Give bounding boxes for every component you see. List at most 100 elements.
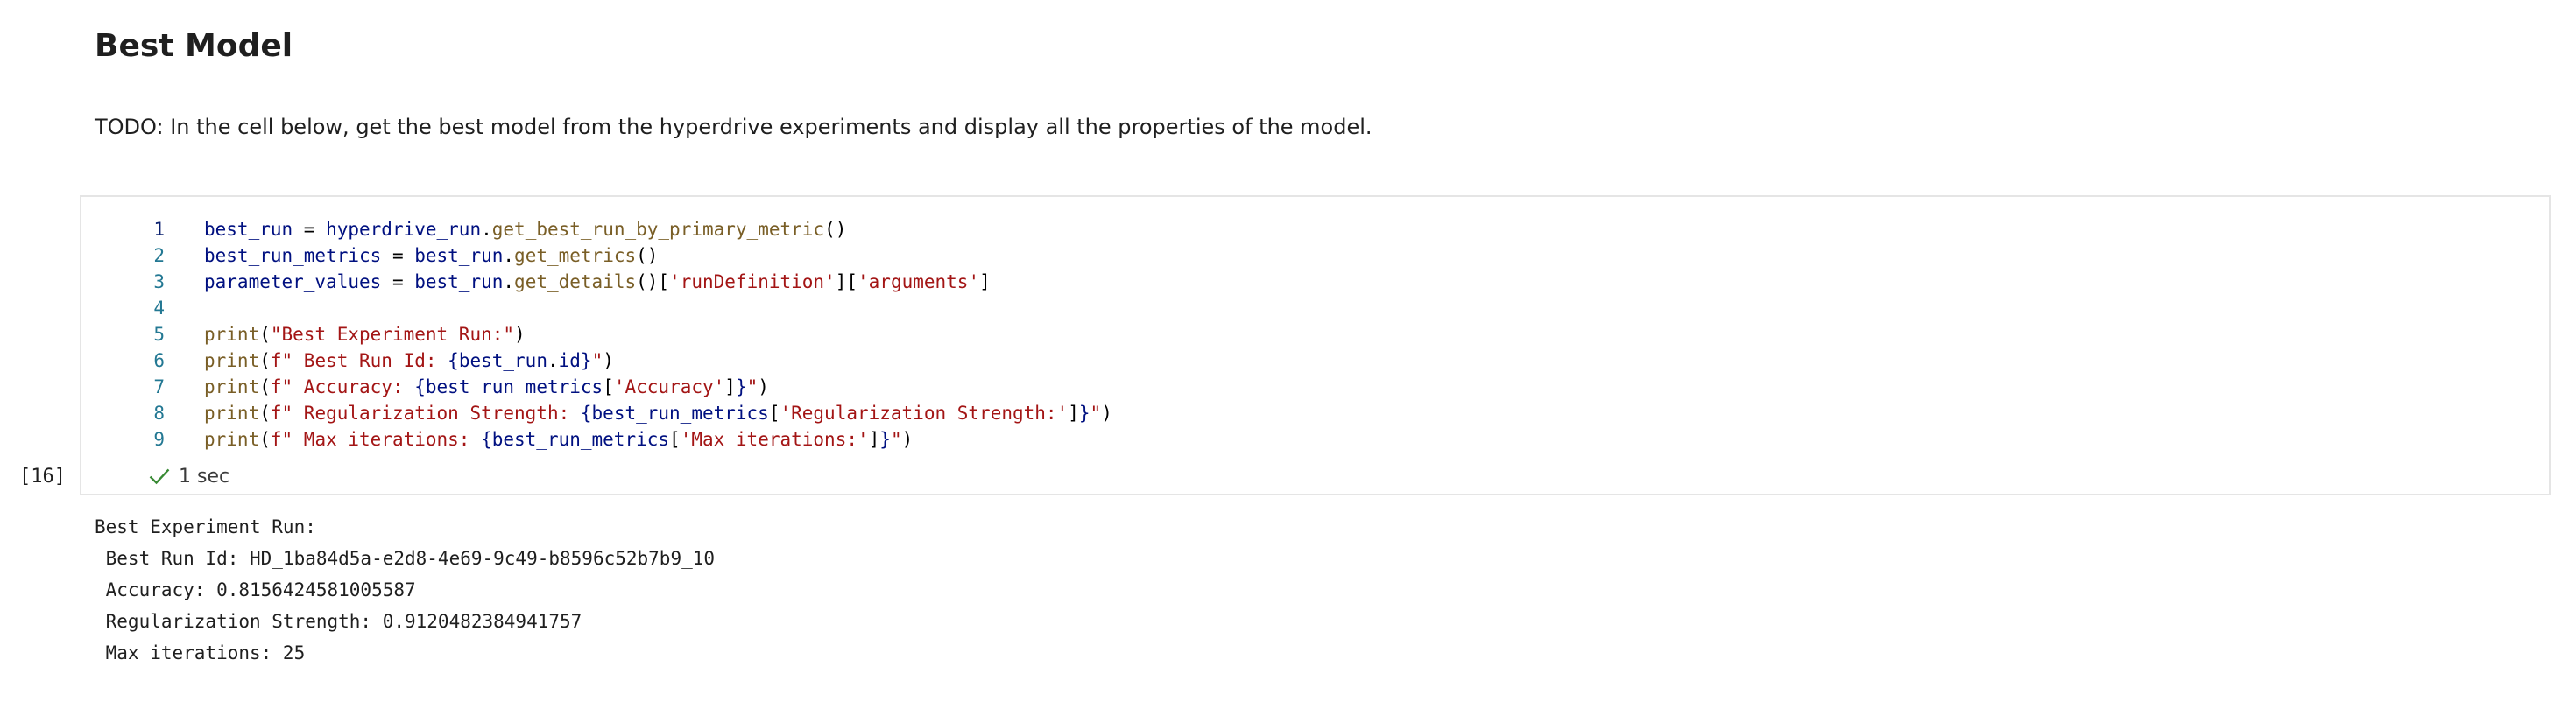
code-token: ( — [259, 350, 271, 371]
code-token: get_best_run_by_primary_metric — [491, 219, 825, 240]
code-token: parameter_values — [204, 271, 382, 292]
code-token: [ — [768, 403, 780, 424]
code-token: 'Accuracy' — [613, 376, 725, 397]
code-text: print(f" Accuracy: {best_run_metrics['Ac… — [204, 374, 769, 400]
code-token: {best_run_metrics — [481, 429, 670, 450]
code-text: parameter_values = best_run.get_details(… — [204, 269, 991, 295]
output-line: Best Experiment Run: — [95, 516, 316, 537]
section-heading: Best Model — [95, 28, 293, 64]
code-token: "Best Experiment Run:" — [270, 324, 515, 345]
code-token: ] — [724, 376, 736, 397]
code-token: 'Max iterations:' — [680, 429, 869, 450]
line-number: 8 — [153, 403, 165, 424]
code-text: best_run_metrics = best_run.get_metrics(… — [204, 242, 658, 269]
code-token: 'runDefinition' — [669, 271, 836, 292]
code-token: " — [746, 376, 759, 397]
code-text: print("Best Experiment Run:") — [204, 321, 526, 347]
code-token: {best_run_metrics — [580, 403, 769, 424]
code-token: } — [1078, 403, 1090, 424]
code-token: ( — [259, 376, 271, 397]
code-token: ) — [901, 429, 914, 450]
code-text: print(f" Regularization Strength: {best_… — [204, 400, 1112, 426]
code-token: ) — [514, 324, 526, 345]
code-token: ) — [1101, 403, 1112, 424]
code-token: f" Max iterations: — [270, 429, 482, 450]
code-token: f" Best Run Id: — [270, 350, 448, 371]
code-line[interactable]: 6 print(f" Best Run Id: {best_run.id}") — [81, 347, 2549, 374]
code-token: f" Accuracy: — [270, 376, 415, 397]
line-number: 4 — [153, 298, 165, 319]
code-token: best_run — [414, 271, 504, 292]
code-token: 'arguments' — [857, 271, 980, 292]
code-line[interactable]: 4 — [81, 295, 2549, 321]
code-token: id} — [558, 350, 592, 371]
code-token: best_run — [204, 219, 293, 240]
markdown-paragraph: TODO: In the cell below, get the best mo… — [95, 115, 1373, 139]
code-token: best_run_metrics — [204, 245, 382, 266]
code-token: print — [204, 350, 260, 371]
code-token: ] — [979, 271, 991, 292]
code-text: best_run = hyperdrive_run.get_best_run_b… — [204, 216, 846, 242]
execution-time: 1 sec — [179, 465, 230, 488]
code-token: = — [293, 219, 327, 240]
code-token: . — [547, 350, 559, 371]
code-token: get_metrics — [514, 245, 637, 266]
code-line[interactable]: 8 print(f" Regularization Strength: {best… — [81, 400, 2549, 426]
code-token: print — [204, 403, 260, 424]
line-number: 1 — [153, 219, 165, 240]
code-token: = — [381, 271, 415, 292]
code-token: print — [204, 376, 260, 397]
code-token: ] — [1068, 403, 1079, 424]
code-token: () — [824, 219, 847, 240]
code-token: {best_run_metrics — [414, 376, 603, 397]
code-token: hyperdrive_run — [326, 219, 482, 240]
code-token: . — [481, 219, 492, 240]
cell-output: Best Experiment Run: Best Run Id: HD_1ba… — [95, 511, 715, 669]
code-token: ( — [259, 429, 271, 450]
code-token: 'Regularization Strength:' — [780, 403, 1069, 424]
code-line[interactable]: 1 best_run = hyperdrive_run.get_best_run_… — [81, 216, 2549, 242]
code-text: print(f" Best Run Id: {best_run.id}") — [204, 347, 614, 374]
code-editor[interactable]: 1 best_run = hyperdrive_run.get_best_run_… — [81, 216, 2549, 453]
line-number: 5 — [153, 324, 165, 345]
code-token: ( — [259, 324, 271, 345]
line-number: 3 — [153, 271, 165, 292]
line-number: 7 — [153, 376, 165, 397]
code-token: " — [890, 429, 902, 450]
code-token: {best_run — [448, 350, 547, 371]
code-token: get_details — [514, 271, 637, 292]
code-token: " — [591, 350, 603, 371]
code-token: . — [503, 245, 515, 266]
code-token: [ — [669, 429, 681, 450]
code-token: ()[ — [636, 271, 670, 292]
code-cell[interactable]: 1 best_run = hyperdrive_run.get_best_run_… — [80, 195, 2551, 495]
code-line[interactable]: 9 print(f" Max iterations: {best_run_metr… — [81, 426, 2549, 453]
code-text: print(f" Max iterations: {best_run_metri… — [204, 426, 913, 453]
line-number: 2 — [153, 245, 165, 266]
code-token: best_run — [414, 245, 504, 266]
code-token: print — [204, 429, 260, 450]
code-line[interactable]: 5 print("Best Experiment Run:") — [81, 321, 2549, 347]
code-token: . — [503, 271, 515, 292]
markdown-cell[interactable]: Best Model TODO: In the cell below, get … — [95, 25, 2460, 142]
execution-count: [16] — [19, 466, 66, 488]
output-line: Accuracy: 0.8156424581005587 — [95, 579, 416, 600]
code-token: ][ — [835, 271, 858, 292]
line-number: 9 — [153, 429, 165, 450]
code-token: = — [381, 245, 415, 266]
cell-status: 1 sec — [147, 463, 229, 489]
code-token: ) — [758, 376, 769, 397]
code-line[interactable]: 3 parameter_values = best_run.get_details… — [81, 269, 2549, 295]
code-token: [ — [603, 376, 614, 397]
code-line[interactable]: 2 best_run_metrics = best_run.get_metrics… — [81, 242, 2549, 269]
code-token: f" Regularization Strength: — [270, 403, 581, 424]
code-token: print — [204, 324, 260, 345]
output-line: Max iterations: 25 — [95, 642, 306, 663]
output-line: Regularization Strength: 0.9120482384941… — [95, 611, 582, 632]
code-token: ( — [259, 403, 271, 424]
code-token: ) — [603, 350, 614, 371]
code-token: } — [879, 429, 891, 450]
check-icon — [149, 468, 170, 485]
code-line[interactable]: 7 print(f" Accuracy: {best_run_metrics['A… — [81, 374, 2549, 400]
line-number: 6 — [153, 350, 165, 371]
